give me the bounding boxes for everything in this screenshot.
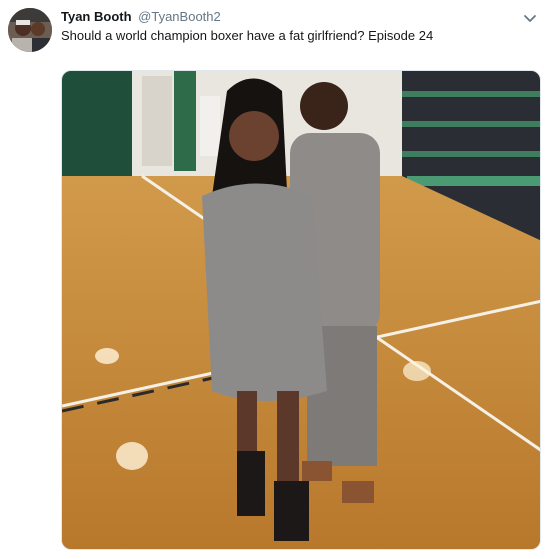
avatar[interactable]: [8, 8, 52, 52]
chevron-down-icon[interactable]: [522, 10, 538, 26]
tweet-card: Tyan Booth @TyanBooth2 Should a world ch…: [0, 0, 548, 559]
tweet-text: Should a world champion boxer have a fat…: [61, 28, 434, 43]
display-name[interactable]: Tyan Booth: [61, 9, 132, 24]
user-handle[interactable]: @TyanBooth2: [138, 9, 221, 24]
tweet-photo[interactable]: [61, 70, 541, 550]
tweet-header: Tyan Booth @TyanBooth2: [61, 9, 221, 24]
